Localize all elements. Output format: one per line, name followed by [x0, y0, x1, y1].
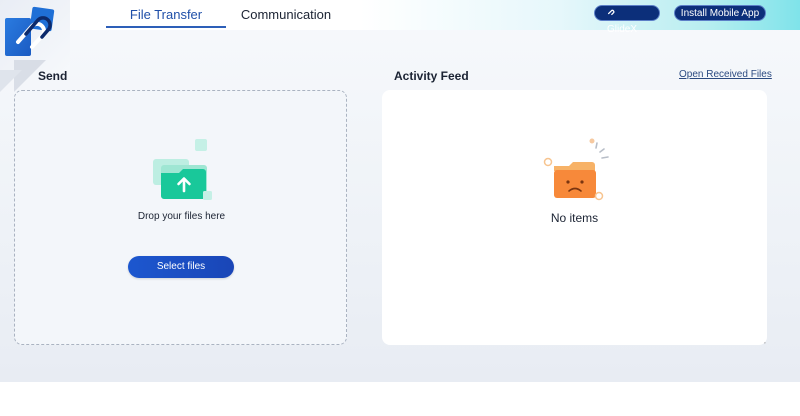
resize-grip-icon[interactable]: ’ — [764, 341, 766, 350]
open-received-files-link[interactable]: Open Received Files — [679, 69, 772, 80]
app-window: File Transfer Communication GlideX Insta… — [0, 0, 800, 382]
send-title: Send — [38, 69, 68, 83]
drop-files-text: Drop your files here — [137, 211, 226, 222]
activity-feed-title: Activity Feed — [394, 69, 469, 83]
install-mobile-app-button[interactable]: Install Mobile App — [674, 5, 766, 21]
glidex-logo-icon — [5, 6, 55, 56]
no-items-text: No items — [550, 211, 599, 225]
glidex-button[interactable]: GlideX — [594, 5, 660, 35]
tab-communication[interactable]: Communication — [236, 0, 336, 30]
glidex-link-icon — [607, 10, 615, 16]
active-tab-indicator — [106, 26, 226, 28]
install-mobile-app-label: Install Mobile App — [680, 8, 760, 19]
glidex-label: GlideX — [607, 24, 638, 35]
folder-upload-icon — [153, 139, 212, 200]
select-files-button[interactable]: Select files — [128, 256, 234, 278]
sad-folder-icon — [543, 138, 609, 201]
send-drop-zone[interactable]: Drop your files here — [14, 90, 347, 345]
